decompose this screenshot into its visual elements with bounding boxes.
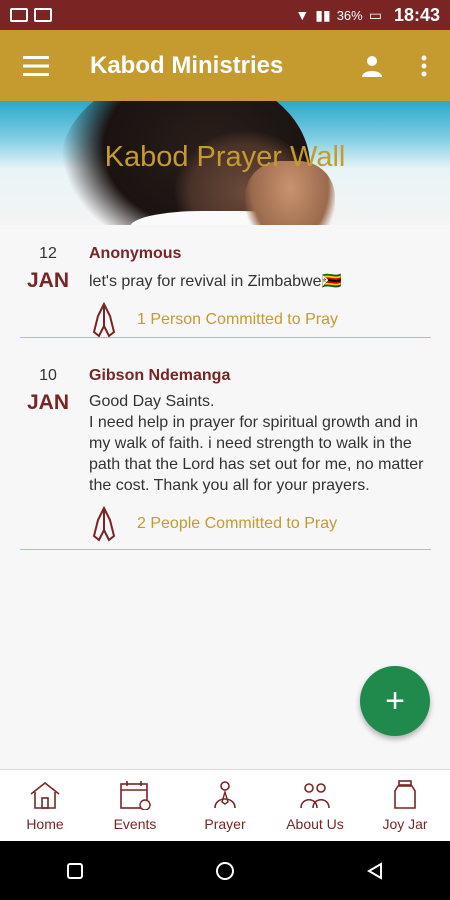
app-bar: Kabod Ministries [0, 30, 450, 101]
wifi-icon: ▼ [295, 7, 310, 23]
nav-label: Events [113, 815, 157, 832]
prayer-wall-banner: Kabod Prayer Wall [0, 101, 450, 225]
nav-joy-jar[interactable]: Joy Jar [360, 770, 450, 841]
app-title: Kabod Ministries [90, 51, 284, 79]
post-day: 12 [39, 245, 57, 262]
praying-hands-icon[interactable] [89, 506, 119, 542]
nav-label: Home [26, 815, 64, 832]
account-icon[interactable] [346, 30, 398, 101]
post-author: Anonymous [89, 245, 182, 262]
praying-person-icon [214, 780, 236, 808]
post-date: 12 JAN [20, 245, 76, 293]
people-icon [300, 782, 330, 808]
battery-percent: 36% [336, 7, 363, 23]
post-month: JAN [26, 269, 69, 292]
jar-icon [394, 779, 416, 809]
praying-hands-icon[interactable] [89, 302, 119, 338]
nav-events[interactable]: Events [90, 770, 180, 841]
signal-icon: ▮▮ [315, 6, 331, 23]
battery-icon: ▭ [368, 6, 382, 23]
post-day: 10 [39, 367, 57, 384]
add-prayer-button[interactable]: + [360, 666, 430, 736]
post-message: let's pray for revival in Zimbabwe🇿🇼 [89, 273, 342, 290]
post-message: Good Day Saints. I need help in prayer f… [89, 393, 424, 494]
bottom-nav: Home Events Prayer About Us Joy Jar [0, 769, 450, 841]
home-icon [30, 781, 60, 809]
page-title: Kabod Prayer Wall [104, 141, 346, 173]
prayer-feed: 12 JAN Anonymous let's pray for revival … [0, 225, 450, 550]
status-bar: ▼ ▮▮ 36% ▭ 18:43 [0, 0, 450, 30]
overflow-menu-icon[interactable] [398, 30, 450, 101]
post-date: 10 JAN [20, 367, 76, 415]
home-button-icon[interactable] [205, 851, 245, 891]
nav-label: Joy Jar [382, 815, 428, 832]
commit-count-text[interactable]: 2 People Committed to Pray [137, 515, 337, 533]
nav-about-us[interactable]: About Us [270, 770, 360, 841]
prayer-post[interactable]: 10 JAN Gibson Ndemanga Good Day Saints. … [20, 352, 431, 550]
nav-home[interactable]: Home [0, 770, 90, 841]
nav-label: About Us [286, 815, 344, 832]
nav-label: Prayer [204, 815, 246, 832]
commit-to-pray[interactable]: 2 People Committed to Pray [89, 506, 431, 542]
calendar-icon [120, 780, 151, 810]
activity-notification-icon [34, 8, 52, 22]
recent-apps-icon[interactable] [55, 851, 95, 891]
clock: 18:43 [393, 4, 440, 25]
system-nav-bar [0, 841, 450, 900]
post-author: Gibson Ndemanga [89, 367, 231, 384]
post-month: JAN [26, 391, 69, 414]
menu-icon[interactable] [0, 30, 72, 101]
prayer-post[interactable]: 12 JAN Anonymous let's pray for revival … [20, 225, 431, 338]
gallery-notification-icon [10, 8, 28, 22]
commit-to-pray[interactable]: 1 Person Committed to Pray [89, 302, 431, 338]
back-icon[interactable] [355, 851, 395, 891]
commit-count-text[interactable]: 1 Person Committed to Pray [137, 311, 338, 329]
nav-prayer[interactable]: Prayer [180, 770, 270, 841]
